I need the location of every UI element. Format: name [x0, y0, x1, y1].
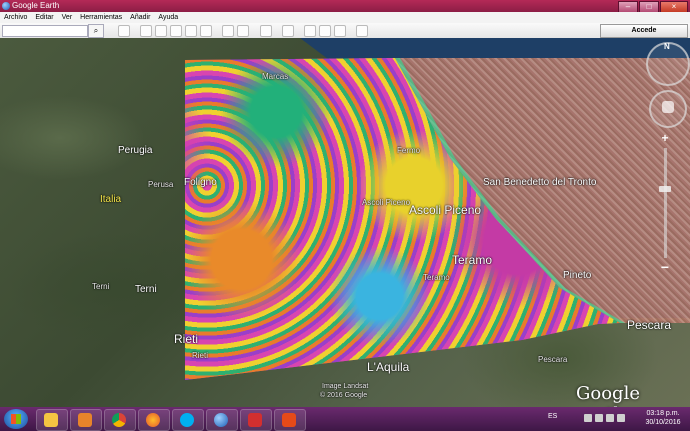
- sign-in-button[interactable]: Accede: [600, 24, 688, 38]
- zoom-out-button[interactable]: −: [659, 260, 671, 274]
- search-icon[interactable]: ⌕: [88, 24, 104, 38]
- map-label-fermo: Fermo: [397, 146, 421, 155]
- zoom-in-button[interactable]: +: [659, 132, 671, 144]
- compass-control[interactable]: N: [646, 42, 690, 86]
- map-label-rieti-small: Rieti: [192, 351, 209, 360]
- image-overlay-icon[interactable]: [185, 25, 197, 37]
- historical-imagery-icon[interactable]: [222, 25, 234, 37]
- polygon-icon[interactable]: [155, 25, 167, 37]
- toolbar: ⌕ Accede: [0, 23, 690, 39]
- menu-herramientas[interactable]: Herramientas: [76, 12, 126, 23]
- earth-view[interactable]: Marcas Perugia Perusa Italia Foligno Fer…: [0, 38, 690, 407]
- task-firefox-icon[interactable]: [138, 409, 170, 431]
- map-label-teramo-small: Teramo: [423, 273, 450, 282]
- map-label-ascoli-piceno: Ascoli Piceno: [409, 203, 482, 217]
- task-screen-recorder-icon[interactable]: [274, 409, 306, 431]
- google-maps-icon[interactable]: [356, 25, 368, 37]
- taskbar-clock[interactable]: 03:18 p.m. 30/10/2016: [638, 409, 688, 427]
- task-acrobat-icon[interactable]: [240, 409, 272, 431]
- map-label-rieti: Rieti: [174, 332, 199, 346]
- path-icon[interactable]: [170, 25, 182, 37]
- window-controls: – □ ×: [618, 0, 688, 13]
- zoom-slider-thumb[interactable]: [659, 186, 671, 192]
- map-label-terni: Terni: [135, 284, 157, 295]
- attribution-copyright: © 2016 Google: [320, 392, 368, 399]
- google-earth-logo: Google earth: [576, 383, 640, 407]
- map-label-laquila: L'Aquila: [367, 360, 410, 374]
- clock-date: 30/10/2016: [645, 419, 681, 426]
- north-icon: N: [664, 42, 670, 51]
- map-label-teramo: Teramo: [452, 253, 493, 267]
- task-google-earth-icon[interactable]: [206, 409, 238, 431]
- map-label-terni-small: Terni: [92, 282, 110, 291]
- taskbar: ES 03:18 p.m. 30/10/2016: [0, 407, 690, 431]
- search-input[interactable]: [2, 25, 88, 37]
- task-media-player-icon[interactable]: [70, 409, 102, 431]
- menu-archivo[interactable]: Archivo: [0, 12, 31, 23]
- map-label-pineto: Pineto: [563, 270, 592, 281]
- clock-time: 03:18 p.m.: [646, 410, 680, 417]
- email-icon[interactable]: [304, 25, 316, 37]
- record-tour-icon[interactable]: [200, 25, 212, 37]
- menu-anadir[interactable]: Añadir: [126, 12, 154, 23]
- start-button[interactable]: [4, 409, 28, 429]
- ruler-icon[interactable]: [282, 25, 294, 37]
- menu-ayuda[interactable]: Ayuda: [154, 12, 182, 23]
- placemark-icon[interactable]: [140, 25, 152, 37]
- print-icon[interactable]: [319, 25, 331, 37]
- zoom-slider-track[interactable]: [664, 148, 667, 258]
- map-label-foligno: Foligno: [184, 177, 217, 188]
- volume-icon[interactable]: [617, 414, 625, 422]
- map-label-marcas: Marcas: [262, 72, 289, 81]
- map-label-perusa: Perusa: [148, 180, 174, 189]
- task-file-explorer-icon[interactable]: [36, 409, 68, 431]
- map-label-ascoli-piceno-small: Ascoli Piceno: [362, 198, 411, 207]
- menu-editar[interactable]: Editar: [31, 12, 57, 23]
- map-label-italia: Italia: [100, 194, 122, 205]
- language-indicator[interactable]: ES: [548, 413, 557, 420]
- system-tray: [584, 414, 634, 424]
- hand-icon: [662, 101, 674, 113]
- attribution-imagery: Image Landsat: [322, 383, 369, 390]
- title-bar: Google Earth – □ ×: [0, 0, 690, 13]
- planets-icon[interactable]: [260, 25, 272, 37]
- map-label-perugia: Perugia: [118, 145, 153, 156]
- save-image-icon[interactable]: [334, 25, 346, 37]
- look-control[interactable]: [649, 90, 687, 128]
- flag-icon[interactable]: [584, 414, 592, 422]
- map-label-pescara-small: Pescara: [538, 355, 568, 364]
- menu-bar: Archivo Editar Ver Herramientas Añadir A…: [0, 12, 690, 23]
- google-earth-icon: [2, 2, 10, 10]
- menu-ver[interactable]: Ver: [58, 12, 77, 23]
- window-title: Google Earth: [12, 1, 60, 10]
- task-chrome-icon[interactable]: [104, 409, 136, 431]
- task-skype-icon[interactable]: [172, 409, 204, 431]
- map-label-pescara: Pescara: [627, 318, 672, 332]
- network-icon[interactable]: [595, 414, 603, 422]
- sunlight-icon[interactable]: [237, 25, 249, 37]
- map-label-san-benedetto: San Benedetto del Tronto: [483, 177, 597, 188]
- sidebar-toggle-icon[interactable]: [118, 25, 130, 37]
- battery-icon[interactable]: [606, 414, 614, 422]
